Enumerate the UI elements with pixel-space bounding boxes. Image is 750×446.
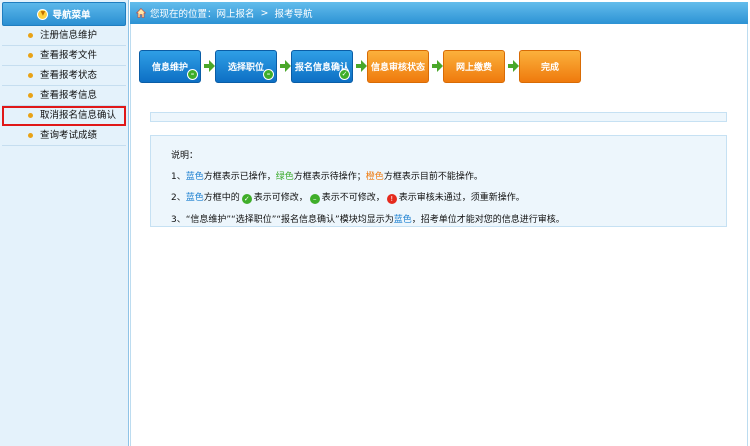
note-line-2: 2、蓝色方框中的 ✓ 表示可修改， – 表示不可修改，! 表示审核未通过，须重新操作。 xyxy=(171,190,726,204)
note-number: 3、 xyxy=(171,215,186,225)
bullet-icon xyxy=(28,33,33,38)
note-line-1: 1、蓝色方框表示已操作，绿色方框表示待操作；橙色方框表示目前不能操作。 xyxy=(171,169,726,182)
step-confirm-registration[interactable]: 报名信息确认 ✓ xyxy=(291,50,353,83)
notes-panel: 说明： 1、蓝色方框表示已操作，绿色方框表示待操作；橙色方框表示目前不能操作。 … xyxy=(150,135,727,227)
breadcrumb-item: 报考导航 xyxy=(274,9,313,20)
bullet-icon xyxy=(28,93,33,98)
step-label: 完成 xyxy=(540,63,559,73)
breadcrumb: 您现在的位置： 网上报名 > 报考导航 xyxy=(130,2,748,24)
check-icon: ✓ xyxy=(241,194,252,204)
exclamation-icon: ! xyxy=(386,194,397,204)
sidebar-item-label: 注册信息维护 xyxy=(40,30,98,41)
notes-title: 说明： xyxy=(171,151,199,161)
note-blue-word: 蓝色 xyxy=(185,193,204,203)
bullet-icon xyxy=(28,113,33,118)
sidebar-item-view-files[interactable]: 查看报考文件 xyxy=(2,46,126,66)
home-icon xyxy=(135,8,147,18)
note-text: 方框中的 xyxy=(203,193,240,203)
sidebar: ▼ 导航菜单 注册信息维护 查看报考文件 查看报考状态 查看报考信息 取消报名信… xyxy=(0,0,129,446)
note-text: 表示不可修改， xyxy=(321,193,385,203)
sidebar-item-label: 查看报考信息 xyxy=(40,90,98,101)
arrow-icon xyxy=(356,60,367,72)
step-online-payment: 网上缴费 xyxy=(443,50,505,83)
note-text: 方框表示已操作， xyxy=(203,172,276,182)
sidebar-item-label: 查询考试成绩 xyxy=(40,130,98,141)
bullet-icon xyxy=(28,73,33,78)
step-select-position[interactable]: 选择职位 – xyxy=(215,50,277,83)
sidebar-item-register-info[interactable]: 注册信息维护 xyxy=(2,26,126,46)
bullet-icon xyxy=(28,53,33,58)
sidebar-item-query-scores[interactable]: 查询考试成绩 xyxy=(2,126,126,146)
arrow-icon xyxy=(280,60,291,72)
step-label: 信息审核状态 xyxy=(370,63,425,73)
sidebar-item-view-info[interactable]: 查看报考信息 xyxy=(2,86,126,106)
sidebar-item-label: 取消报名信息确认 xyxy=(40,110,117,121)
main-content: 信息维护 – 选择职位 – 报名信息确认 ✓ 信息审核状态 网上缴费 完成 说明… xyxy=(130,24,748,446)
step-label: 网上缴费 xyxy=(455,63,492,73)
minus-icon: – xyxy=(187,69,198,80)
arrow-icon xyxy=(204,60,215,72)
note-green-word: 绿色 xyxy=(275,172,294,182)
check-icon: ✓ xyxy=(339,69,350,80)
sidebar-item-cancel-confirm[interactable]: 取消报名信息确认 xyxy=(2,106,126,126)
sidebar-title: 导航菜单 xyxy=(52,10,91,21)
minus-icon: – xyxy=(309,194,320,204)
sidebar-item-label: 查看报考状态 xyxy=(40,70,98,81)
note-blue-word: 蓝色 xyxy=(185,172,204,182)
note-text: 表示审核未通过，须重新操作。 xyxy=(398,193,525,203)
info-bar xyxy=(150,112,727,122)
step-label: 选择职位 xyxy=(227,63,264,73)
note-text: ，招考单位才能对您的信息进行审核。 xyxy=(411,215,565,225)
sidebar-item-view-status[interactable]: 查看报考状态 xyxy=(2,66,126,86)
note-text: 方框表示目前不能操作。 xyxy=(383,172,483,182)
step-review-status: 信息审核状态 xyxy=(367,50,429,83)
breadcrumb-separator: > xyxy=(260,7,269,19)
step-complete: 完成 xyxy=(519,50,581,83)
arrow-icon xyxy=(432,60,443,72)
breadcrumb-prefix: 您现在的位置： xyxy=(150,9,217,20)
step-info-maintenance[interactable]: 信息维护 – xyxy=(139,50,201,83)
sidebar-header: ▼ 导航菜单 xyxy=(2,2,126,26)
note-line-3: 3、“信息维护”“选择职位”“报名信息确认”模块均显示为蓝色，招考单位才能对您的… xyxy=(171,212,726,225)
note-text: 表示可修改， xyxy=(253,193,308,203)
note-number: 2、 xyxy=(171,193,186,203)
note-number: 1、 xyxy=(171,172,186,182)
note-blue-word: 蓝色 xyxy=(393,215,412,225)
bullet-icon xyxy=(28,133,33,138)
note-text: “信息维护”“选择职位”“报名信息确认”模块均显示为 xyxy=(185,215,394,225)
sidebar-item-label: 查看报考文件 xyxy=(40,50,98,61)
breadcrumb-item[interactable]: 网上报名 xyxy=(217,6,255,20)
note-orange-word: 橙色 xyxy=(365,172,384,182)
note-text: 方框表示待操作； xyxy=(293,172,366,182)
minus-icon: – xyxy=(263,69,274,80)
arrow-icon xyxy=(508,60,519,72)
step-label: 信息维护 xyxy=(151,63,188,73)
menu-icon: ▼ xyxy=(37,8,49,20)
